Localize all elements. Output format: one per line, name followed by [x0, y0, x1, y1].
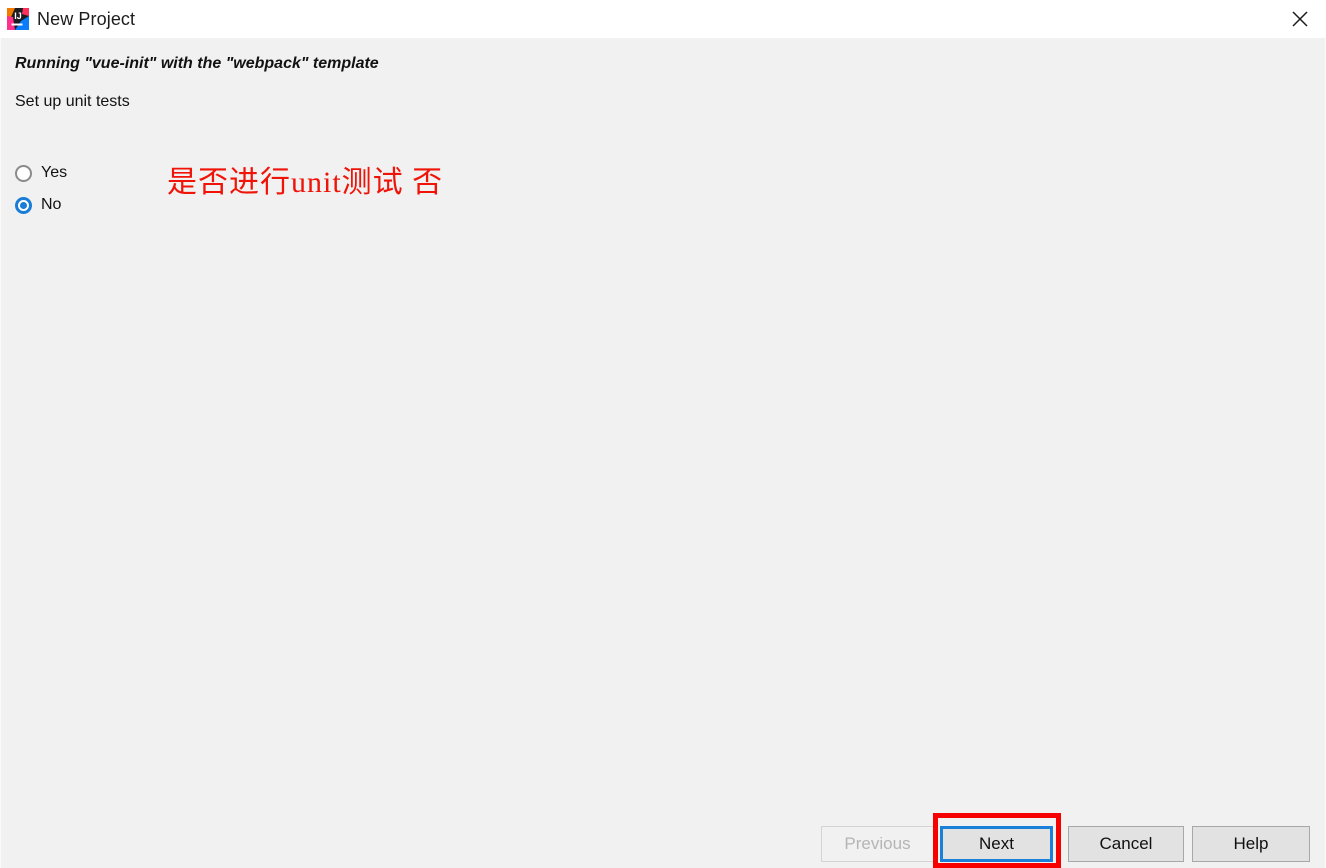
cancel-button[interactable]: Cancel [1068, 826, 1184, 862]
radio-option-no-label: No [41, 196, 62, 213]
red-annotation-text: 是否进行unit测试 否 [167, 166, 444, 199]
radio-option-no[interactable]: No [15, 194, 61, 216]
radio-button-yes-icon[interactable] [15, 164, 32, 182]
help-button[interactable]: Help [1192, 826, 1310, 862]
dialog-content-panel: Running "vue-init" with the "webpack" te… [0, 38, 1326, 868]
svg-text:IJ: IJ [14, 11, 22, 21]
radio-option-yes-label: Yes [41, 164, 68, 181]
running-template-status: Running "vue-init" with the "webpack" te… [15, 55, 379, 72]
window-title: New Project [37, 8, 136, 29]
previous-button[interactable]: Previous [821, 826, 934, 862]
intellij-idea-icon: IJ [7, 8, 29, 30]
radio-option-yes[interactable]: Yes [15, 162, 67, 184]
radio-button-no-icon[interactable] [15, 196, 32, 214]
setup-unit-tests-label: Set up unit tests [15, 93, 130, 110]
dialog-button-bar: Previous Next Cancel Help [0, 826, 1326, 866]
next-button[interactable]: Next [940, 826, 1053, 862]
close-icon[interactable] [1274, 0, 1326, 38]
window-title-bar: IJ New Project [0, 0, 1326, 38]
